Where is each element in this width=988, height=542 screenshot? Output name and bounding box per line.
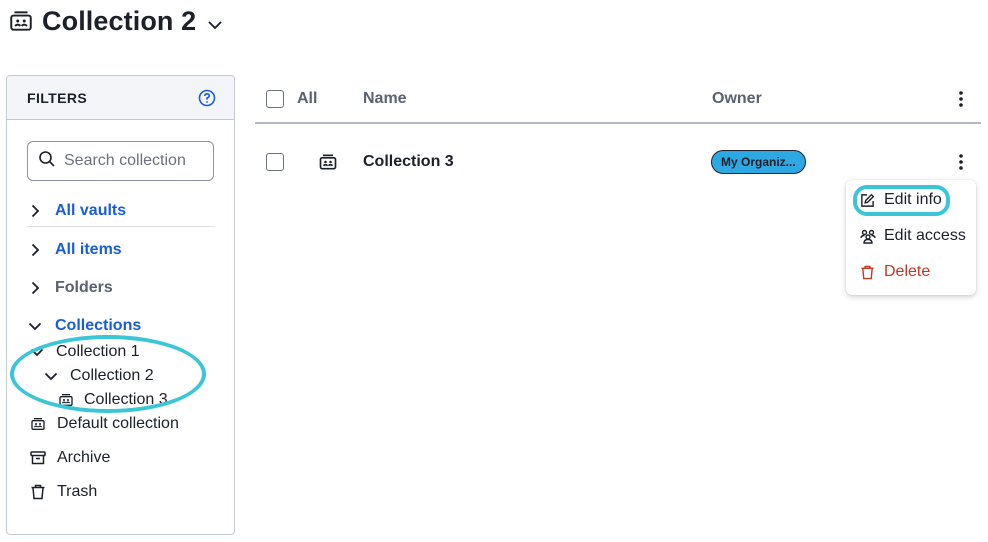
page-title: Collection 2 — [42, 5, 197, 36]
menu-item-edit-access[interactable]: Edit access — [860, 225, 966, 247]
tree-item-collection-2[interactable]: Collection 2 — [43, 364, 154, 388]
owner-badge: My Organiz... — [711, 150, 806, 174]
chevron-right-icon[interactable] — [27, 203, 43, 219]
select-all-checkbox[interactable] — [266, 90, 284, 108]
collection-icon — [29, 415, 47, 433]
filter-all-vaults[interactable]: All vaults — [27, 199, 126, 223]
collections-link[interactable]: Collections — [55, 317, 141, 335]
trash-icon — [29, 483, 47, 501]
chevron-down-icon[interactable] — [43, 368, 59, 384]
all-items-link[interactable]: All items — [55, 241, 122, 259]
question-circle-icon[interactable] — [198, 89, 216, 107]
tree-item-label[interactable]: Collection 2 — [70, 367, 154, 385]
row-checkbox-wrap[interactable] — [266, 140, 284, 184]
kebab-icon[interactable] — [951, 152, 971, 172]
search-icon — [38, 150, 56, 173]
tree-item-collection-3[interactable]: Collection 3 — [57, 388, 168, 412]
collection-icon — [8, 8, 34, 34]
table-row[interactable]: Collection 3 My Organiz... — [255, 140, 981, 184]
filter-folders[interactable]: Folders — [27, 276, 113, 300]
filter-collections[interactable]: Collections — [27, 314, 141, 338]
chevron-right-icon[interactable] — [27, 242, 43, 258]
row-checkbox[interactable] — [266, 153, 284, 171]
table-header: All Name Owner — [255, 80, 981, 124]
trash-icon — [860, 264, 876, 280]
tree-item-label[interactable]: Collection 1 — [56, 343, 140, 361]
divider — [27, 226, 215, 227]
column-name[interactable]: Name — [363, 80, 407, 118]
edit-icon — [860, 192, 876, 208]
chevron-right-icon[interactable] — [27, 280, 43, 296]
chevron-down-icon[interactable] — [208, 17, 224, 33]
folders-label[interactable]: Folders — [55, 279, 113, 297]
menu-item-label[interactable]: Edit access — [884, 227, 966, 245]
select-all-checkbox-wrap[interactable] — [266, 80, 284, 118]
filters-header: FILTERS — [7, 76, 234, 120]
kebab-icon[interactable] — [951, 89, 971, 109]
default-collection-label[interactable]: Default collection — [57, 415, 179, 433]
trash-label[interactable]: Trash — [57, 483, 97, 501]
filter-trash[interactable]: Trash — [29, 480, 97, 504]
archive-label[interactable]: Archive — [57, 449, 110, 467]
menu-item-delete[interactable]: Delete — [860, 261, 930, 283]
menu-item-edit-info[interactable]: Edit info — [860, 189, 942, 211]
page-header: Collection 2 — [8, 4, 224, 38]
tree-item-label[interactable]: Collection 3 — [84, 391, 168, 409]
column-owner[interactable]: Owner — [712, 80, 762, 118]
row-options-menu: Edit info Edit access Delete — [846, 180, 976, 295]
menu-item-label[interactable]: Delete — [884, 263, 930, 281]
filter-all-items[interactable]: All items — [27, 238, 122, 262]
collection-icon — [318, 140, 338, 184]
search-field[interactable] — [27, 141, 214, 181]
header-options-button[interactable] — [951, 80, 971, 118]
collection-icon — [57, 391, 75, 409]
row-name[interactable]: Collection 3 — [363, 140, 454, 184]
column-all: All — [297, 90, 318, 107]
search-input[interactable] — [64, 152, 214, 170]
row-options-button[interactable] — [951, 140, 971, 184]
filters-panel: FILTERS All vaults All items Folders Col… — [6, 75, 235, 535]
filters-heading: FILTERS — [27, 89, 88, 106]
users-icon — [860, 228, 876, 244]
chevron-down-icon[interactable] — [27, 318, 43, 334]
archive-icon — [29, 449, 47, 467]
chevron-down-icon[interactable] — [29, 344, 45, 360]
filter-archive[interactable]: Archive — [29, 446, 110, 470]
filter-default-collection[interactable]: Default collection — [29, 412, 179, 436]
all-vaults-link[interactable]: All vaults — [55, 202, 126, 220]
tree-item-collection-1[interactable]: Collection 1 — [29, 340, 140, 364]
owner-badge-wrap: My Organiz... — [711, 140, 806, 184]
menu-item-label[interactable]: Edit info — [884, 191, 942, 209]
